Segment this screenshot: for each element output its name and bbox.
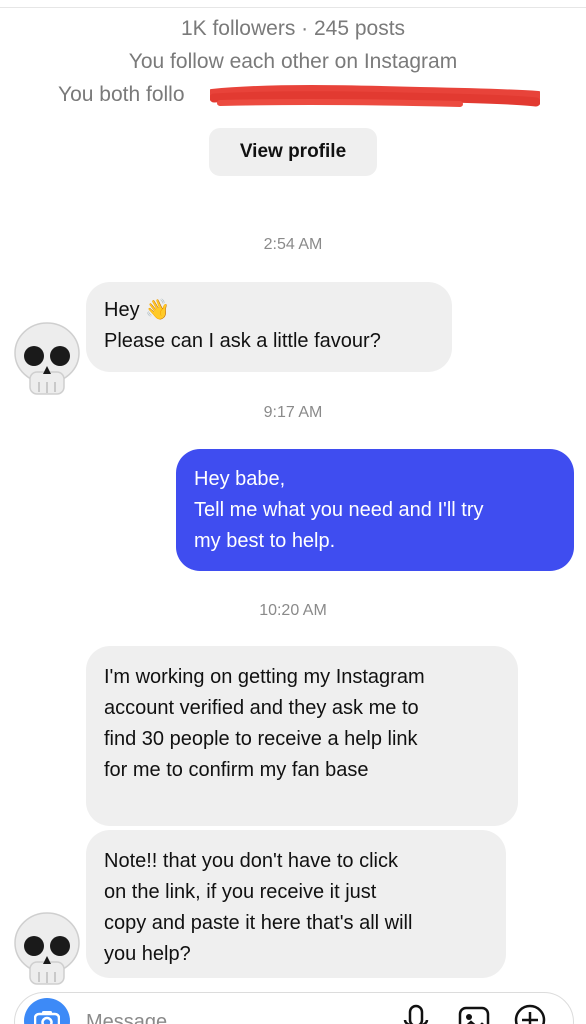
message-line: account verified and they ask me to xyxy=(104,697,419,719)
message-line: you help? xyxy=(104,943,191,965)
mutual-follow-status: You follow each other on Instagram xyxy=(128,50,458,73)
message-line: my best to help. xyxy=(194,530,336,552)
message-line: find 30 people to receive a help link xyxy=(104,728,418,750)
redaction-scribble xyxy=(210,85,540,107)
message-line: copy and paste it here that's all will xyxy=(104,912,413,934)
message-line: Hey babe, xyxy=(194,468,286,490)
message-line: I'm working on getting my Instagram xyxy=(104,666,425,688)
skull-emoji-icon[interactable] xyxy=(12,910,82,990)
microphone-icon[interactable] xyxy=(398,1002,434,1024)
profile-info: 1K followers · 245 posts You follow each… xyxy=(0,12,586,78)
message-line: Hey 👋 xyxy=(104,299,171,321)
message-line: for me to confirm my fan base xyxy=(104,759,369,781)
outgoing-message-bubble[interactable]: Hey babe, Tell me what you need and I'll… xyxy=(176,449,574,571)
message-line: on the link, if you receive it just xyxy=(104,881,377,903)
message-line: Tell me what you need and I'll try xyxy=(194,499,484,521)
incoming-message-bubble[interactable]: I'm working on getting my Instagram acco… xyxy=(86,646,518,826)
incoming-message-bubble[interactable]: Note!! that you don't have to click on t… xyxy=(86,830,506,978)
view-profile-button[interactable]: View profile xyxy=(209,128,377,176)
followers-posts: 1K followers · 245 posts xyxy=(180,17,406,40)
message-timestamp: 9:17 AM xyxy=(263,404,323,421)
message-timestamp: 10:20 AM xyxy=(259,602,327,619)
message-line: Note!! that you don't have to click xyxy=(104,850,398,872)
top-divider xyxy=(0,0,586,8)
skull-emoji-icon[interactable] xyxy=(12,320,82,400)
message-line: Please can I ask a little favour? xyxy=(104,330,381,352)
mutual-followers-line: You both follo xyxy=(58,78,558,112)
camera-icon xyxy=(34,1011,60,1024)
add-sticker-icon[interactable] xyxy=(512,1002,548,1024)
message-input[interactable] xyxy=(86,1010,376,1024)
gallery-icon[interactable] xyxy=(456,1002,492,1024)
message-timestamp: 2:54 AM xyxy=(263,236,323,253)
mutual-followers-text: You both follo xyxy=(58,83,185,106)
incoming-message-bubble[interactable]: Hey 👋 Please can I ask a little favour? xyxy=(86,282,452,372)
